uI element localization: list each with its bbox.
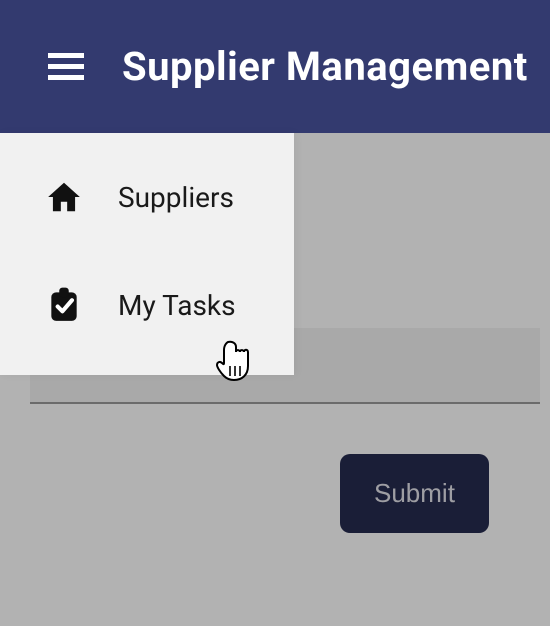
hamburger-icon xyxy=(48,53,84,81)
sidebar-item-my-tasks[interactable]: My Tasks xyxy=(0,251,294,359)
nav-drawer: Suppliers My Tasks xyxy=(0,133,294,375)
app-title: Supplier Management xyxy=(122,43,528,90)
sidebar-item-label: My Tasks xyxy=(118,289,236,322)
nav-drawer-list: Suppliers My Tasks xyxy=(0,133,294,375)
clipboard-check-icon xyxy=(44,285,84,325)
sidebar-item-label: Suppliers xyxy=(118,181,234,214)
menu-button[interactable] xyxy=(44,45,88,89)
app-header: Supplier Management xyxy=(0,0,550,133)
home-icon xyxy=(44,177,84,217)
app-root: Supplier Management barding g, provide t… xyxy=(0,0,550,626)
sidebar-item-suppliers[interactable]: Suppliers xyxy=(0,143,294,251)
